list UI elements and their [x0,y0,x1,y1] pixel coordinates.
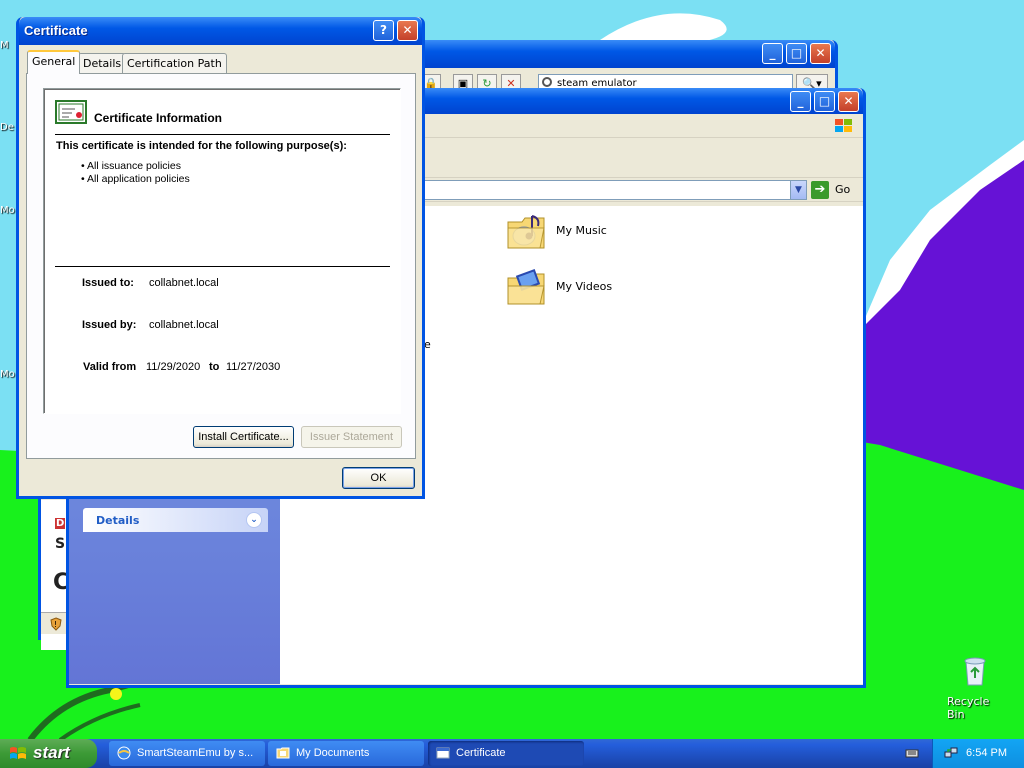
keyboard-icon[interactable] [905,746,919,760]
browser-icon [117,746,131,760]
partial-text: D [55,518,66,529]
shield-icon: ! [50,617,62,631]
maximize-button[interactable]: □ [814,91,835,112]
help-button[interactable]: ? [373,20,394,41]
search-icon [542,77,552,87]
system-tray: 6:54 PM [932,739,1024,768]
issued-by-label: Issued by: [82,319,137,331]
svg-text:!: ! [54,620,57,629]
music-folder-icon [507,215,545,249]
desktop-edge-label: Mo [0,205,15,216]
issued-by-value: collabnet.local [149,319,219,331]
recycle-bin-label: Recycle Bin [947,695,990,721]
folder-icon [276,747,290,759]
desktop-edge-label: Mo [0,369,15,380]
go-button[interactable]: ➔ Go [811,180,861,200]
close-button[interactable]: ✕ [810,43,831,64]
clock[interactable]: 6:54 PM [966,747,1007,759]
network-icon[interactable] [944,746,958,760]
taskbar-button-browser[interactable]: SmartSteamEmu by s... [109,741,265,766]
divider [55,266,390,267]
valid-to-label: to [209,361,220,373]
certificate-icon [55,100,87,124]
taskbar-label: SmartSteamEmu by s... [137,747,254,759]
close-button[interactable]: ✕ [397,20,418,41]
chevron-down-icon[interactable]: ▼ [790,181,806,199]
ok-button[interactable]: OK [342,467,415,489]
install-certificate-button[interactable]: Install Certificate... [193,426,294,448]
dialog-title: Certificate [24,23,88,38]
details-label: Details [96,514,140,527]
issued-to-value: collabnet.local [149,277,219,289]
certificate-info-title: Certificate Information [94,111,223,125]
video-folder-icon [507,269,545,305]
taskbar-button-my-documents[interactable]: My Documents [268,741,424,766]
go-arrow-icon: ➔ [811,181,829,199]
folder-my-music[interactable]: My Music [504,208,704,256]
taskbar-button-certificate[interactable]: Certificate [428,741,584,766]
valid-from-label: Valid from [83,361,137,373]
maximize-button[interactable]: □ [786,43,807,64]
details-panel-header[interactable]: Details ⌄ [83,508,268,532]
partial-folder-label: e [424,338,431,351]
general-tab-panel: Certificate Information This certificate… [26,73,416,459]
certificate-info-box: Certificate Information This certificate… [43,88,401,414]
desktop-edge-label: M [0,40,9,51]
folder-label: My Music [556,224,607,237]
certificate-titlebar[interactable]: Certificate ? ✕ [19,17,422,45]
start-label: start [33,743,70,762]
issuer-statement-button[interactable]: Issuer Statement [301,426,402,448]
issued-to-label: Issued to: [82,277,134,289]
windows-logo-icon [10,747,26,759]
tab-details[interactable]: Details [78,53,127,73]
taskbar-label: My Documents [296,747,370,759]
windows-logo-icon [835,119,852,132]
divider [55,134,390,135]
start-button[interactable]: start [0,739,97,768]
purpose-item: • All application policies [81,173,190,185]
recycle-bin-icon [964,657,986,686]
partial-text: S [55,536,66,552]
valid-to-value: 11/27/2030 [226,361,281,373]
recycle-bin[interactable]: Recycle Bin [944,655,1006,721]
desktop-edge-label: De [0,122,14,133]
minimize-button[interactable]: _ [762,43,783,64]
valid-from-value: 11/29/2020 [146,361,201,373]
taskbar-label: Certificate [456,747,506,759]
go-label: Go [835,183,851,196]
certificate-icon [436,747,450,759]
minimize-button[interactable]: _ [790,91,811,112]
purpose-item: • All issuance policies [81,160,181,172]
chevron-down-icon[interactable]: ⌄ [246,512,262,528]
taskbar: start SmartSteamEmu by s... My Documents… [0,739,1024,768]
tab-general[interactable]: General [27,50,81,74]
purpose-heading: This certificate is intended for the fol… [56,140,347,152]
close-button[interactable]: ✕ [838,91,859,112]
certificate-dialog[interactable]: Certificate ? ✕ General Details Certific… [16,17,425,499]
folder-label: My Videos [556,280,613,293]
tab-certification-path[interactable]: Certification Path [122,53,227,73]
folder-my-videos[interactable]: My Videos [504,264,704,312]
